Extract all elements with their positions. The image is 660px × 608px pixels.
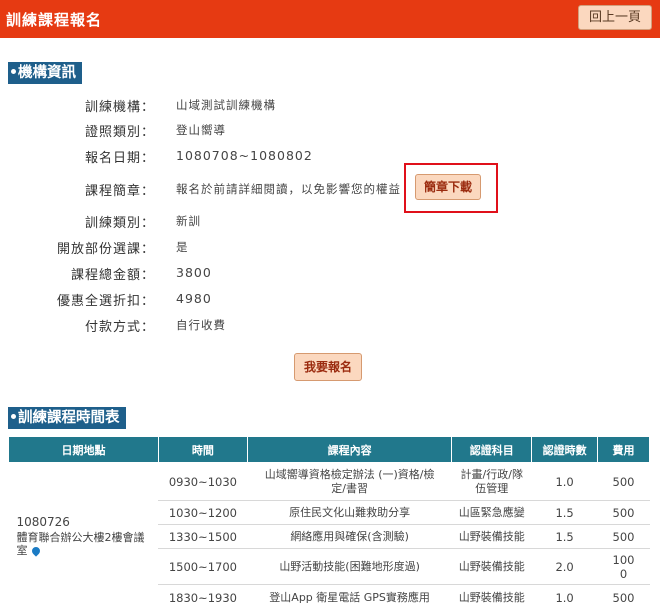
hours-cell: 1.5	[531, 524, 598, 549]
info-label: 訓練類別：	[84, 216, 155, 231]
date-location-cell: 1080726 體育聯合辦公大樓2樓會議室	[9, 463, 159, 608]
time-cell: 1500~1700	[158, 548, 248, 585]
time-cell: 1830~1930	[158, 584, 248, 608]
course-date: 1080726	[16, 515, 70, 530]
info-value: 是	[176, 240, 189, 254]
info-row-payment: 付款方式： 自行收費	[0, 314, 660, 336]
org-info-heading-text: 機構資訊	[18, 65, 76, 81]
subject-cell: 山野裝備技能	[451, 584, 532, 608]
subject-cell: 山區緊急應變	[451, 500, 532, 525]
time-cell: 0930~1030	[158, 462, 248, 501]
back-button[interactable]: 回上一頁	[578, 5, 652, 30]
schedule-heading: 訓練課程時間表	[8, 407, 126, 429]
info-row-cert-type: 證照類別： 登山嚮導	[0, 119, 660, 141]
page-title: 訓練課程報名	[6, 11, 103, 29]
info-value: 登山嚮導	[176, 123, 226, 137]
content-cell: 網絡應用與確保(含測驗)	[247, 524, 452, 549]
info-label: 訓練機構：	[84, 100, 155, 115]
hours-cell: 1.0	[531, 584, 598, 608]
info-value: 4980	[176, 291, 212, 306]
info-value: 報名於前請詳細閱讀，以免影響您的權益	[176, 182, 401, 196]
table-row: 1080726 體育聯合辦公大樓2樓會議室 0930~1030 山域嚮導資格檢定…	[9, 462, 650, 557]
content-cell: 登山App 衛星電話 GPS實務應用	[247, 584, 452, 608]
map-pin-icon[interactable]	[29, 545, 42, 557]
info-label: 課程簡章：	[84, 184, 155, 199]
info-label: 優惠全選折扣：	[56, 294, 155, 309]
fee-cell: 1000	[597, 548, 650, 585]
info-value: 山域測試訓練機構	[176, 98, 276, 112]
subject-cell: 山野裝備技能	[451, 524, 532, 549]
info-value: 3800	[176, 265, 212, 280]
info-value: 1080708~1080802	[176, 148, 313, 163]
fee-cell: 500	[597, 500, 650, 525]
info-value: 新訓	[176, 214, 201, 228]
fee-cell: 500	[597, 524, 650, 549]
hours-cell: 2.0	[531, 548, 598, 585]
subject-cell: 山野裝備技能	[451, 548, 532, 585]
schedule-heading-text: 訓練課程時間表	[18, 410, 120, 426]
info-label: 證照類別：	[84, 125, 155, 140]
info-row-discount: 優惠全選折扣： 4980	[0, 288, 660, 310]
fee-cell: 500	[597, 462, 650, 501]
org-info-heading: 機構資訊	[8, 62, 82, 84]
download-brochure-button[interactable]: 簡章下載	[415, 174, 481, 200]
content-cell: 原住民文化山難救助分享	[247, 500, 452, 525]
info-label: 報名日期：	[84, 151, 155, 166]
info-label: 開放部份選課：	[56, 242, 155, 257]
signup-button[interactable]: 我要報名	[294, 353, 362, 381]
table-header-row: 日期地點 時間 課程內容 認證科目 認證時數 費用	[8, 436, 650, 463]
time-cell: 1030~1200	[158, 500, 248, 525]
info-row-brochure: 課程簡章： 報名於前請詳細閱讀，以免影響您的權益	[0, 178, 660, 200]
info-value: 自行收費	[176, 318, 226, 332]
course-place-wrap: 體育聯合辦公大樓2樓會議室	[17, 531, 145, 557]
column-header: 費用	[597, 436, 650, 463]
info-label: 課程總金額：	[70, 268, 155, 283]
bullet-icon	[11, 68, 16, 74]
info-row-total-amount: 課程總金額： 3800	[0, 262, 660, 284]
column-header: 課程內容	[246, 436, 453, 463]
column-header: 時間	[157, 436, 248, 463]
bullet-icon	[11, 413, 16, 419]
subject-cell: 計畫/行政/隊伍管理	[451, 462, 532, 501]
column-header: 日期地點	[8, 436, 159, 463]
column-header: 認證時數	[531, 436, 599, 463]
info-label: 付款方式：	[84, 320, 155, 335]
content-cell: 山野活動技能(困難地形度過)	[247, 548, 452, 585]
content-cell: 山域嚮導資格檢定辦法 (一)資格/檢定/書習	[247, 462, 452, 501]
time-cell: 1330~1500	[158, 524, 248, 549]
hours-cell: 1.5	[531, 500, 598, 525]
fee-cell: 500	[597, 584, 650, 608]
info-row-partial-selection: 開放部份選課： 是	[0, 236, 660, 258]
hours-cell: 1.0	[531, 462, 598, 501]
info-row-org: 訓練機構： 山域測試訓練機構	[0, 94, 660, 116]
info-row-training-type: 訓練類別： 新訓	[0, 210, 660, 232]
top-bar: 訓練課程報名 回上一頁	[0, 0, 660, 38]
schedule-table: 日期地點 時間 課程內容 認證科目 認證時數 費用 1080726 體育聯合辦公…	[8, 436, 650, 608]
column-header: 認證科目	[451, 436, 533, 463]
info-row-signup-date: 報名日期： 1080708~1080802	[0, 145, 660, 167]
